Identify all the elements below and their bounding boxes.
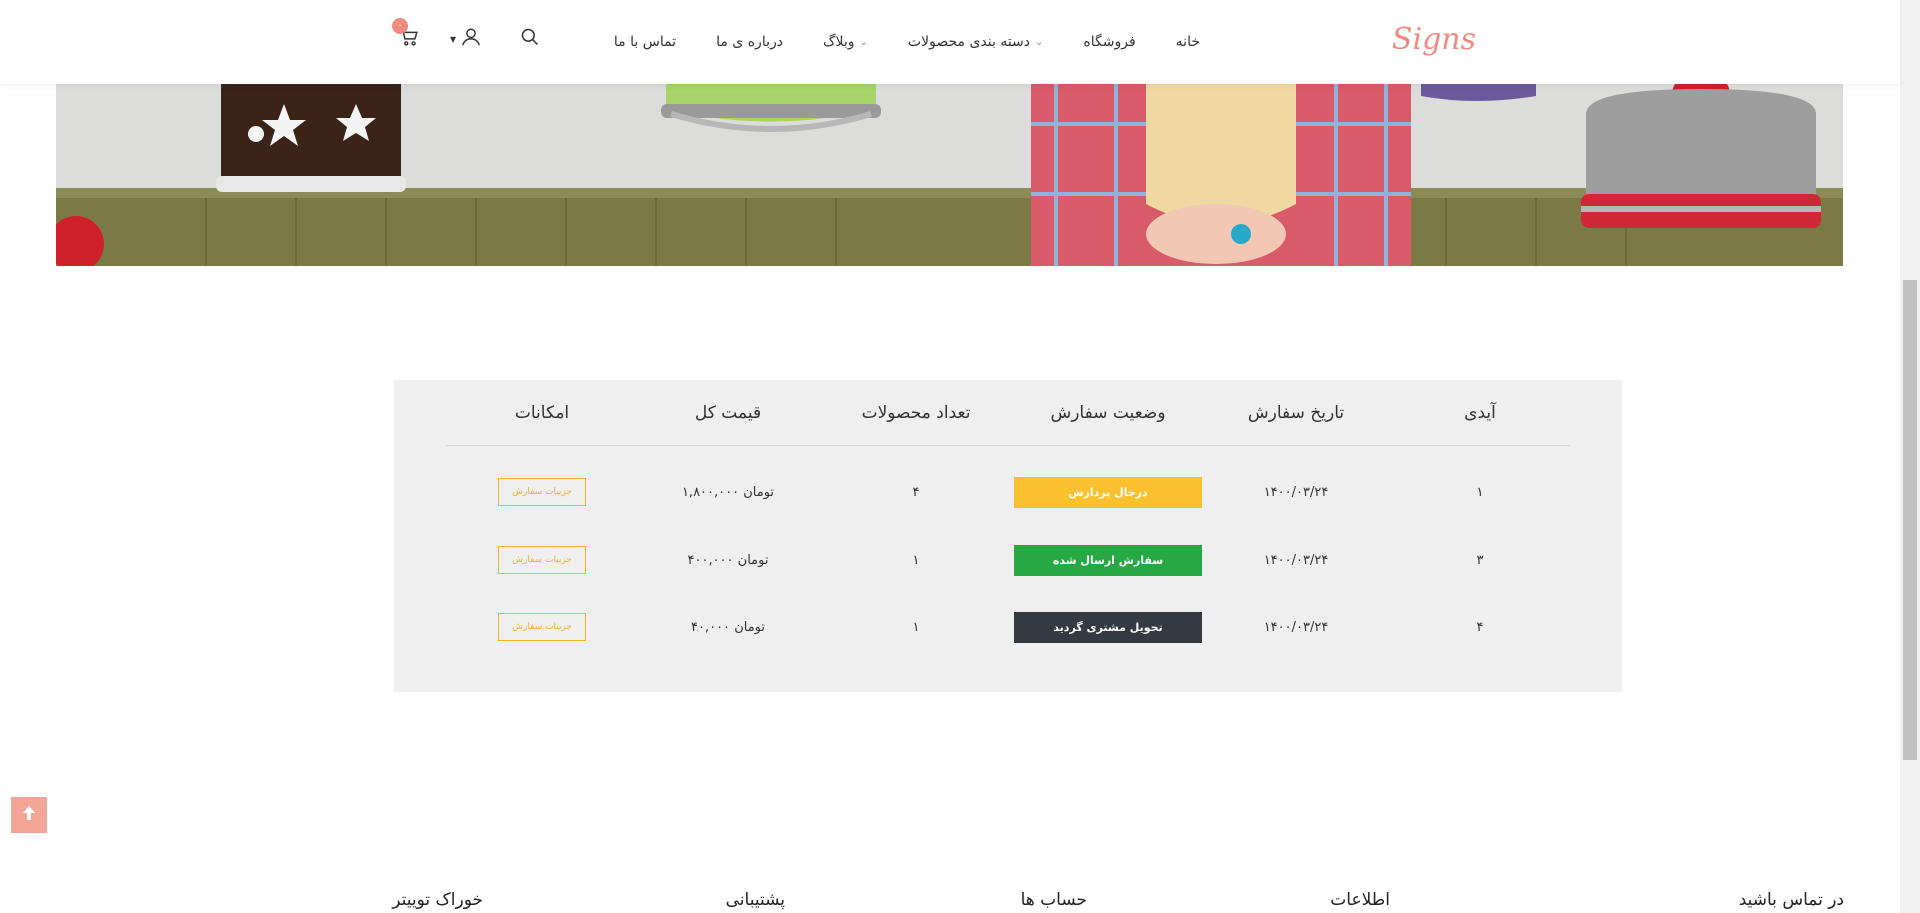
footer-heading-contact: در تماس باشید xyxy=(1738,890,1844,910)
column-header-price: قیمت کل xyxy=(694,402,762,423)
page-scrollbar[interactable] xyxy=(1900,0,1920,913)
status-badge: سفارش ارسال شده xyxy=(1014,544,1202,576)
nav-item-home[interactable]: خانه xyxy=(1176,34,1200,50)
actions-cell: جزییات سفارش xyxy=(446,478,638,506)
back-to-top-button[interactable] xyxy=(11,797,47,833)
footer-heading-info: اطلاعات xyxy=(1330,890,1390,910)
hero-banner-image xyxy=(56,84,1843,266)
order-date: ۱۴۰۰/۰۳/۲۴ xyxy=(1263,484,1329,500)
order-date: ۱۴۰۰/۰۳/۲۴ xyxy=(1263,552,1329,568)
column-header-id: آیدی xyxy=(1464,402,1496,423)
order-id: ۱ xyxy=(1476,484,1484,500)
footer-heading-twitter: خوراک توییتر xyxy=(392,890,483,910)
status-cell: سفارش ارسال شده xyxy=(1014,544,1202,576)
table-row: ۳ ۱۴۰۰/۰۳/۲۴ سفارش ارسال شده ۱ ۴۰۰,۰۰۰ ت… xyxy=(446,540,1570,580)
cart-button[interactable]: ۰ xyxy=(392,18,420,52)
account-button[interactable]: ▾ xyxy=(450,26,482,52)
status-badge: تحویل مشتری گردید xyxy=(1014,611,1202,643)
column-header-actions: امکانات xyxy=(514,402,570,423)
nav-item-categories[interactable]: دسته بندی محصولات ⌄ xyxy=(908,34,1044,50)
main-nav: خانه فروشگاه دسته بندی محصولات ⌄ وبلاگ ⌄… xyxy=(614,0,1200,84)
footer-heading-accounts: حساب ها xyxy=(1020,890,1087,910)
nav-item-label: درباره ی ما xyxy=(716,34,783,50)
search-button[interactable] xyxy=(520,27,540,51)
orders-table: آیدی تاریخ سفارش وضعیت سفارش تعداد محصول… xyxy=(394,380,1622,692)
search-icon xyxy=(520,27,540,51)
nav-item-label: فروشگاه xyxy=(1083,34,1136,50)
order-count: ۴ xyxy=(912,484,920,500)
order-details-button[interactable]: جزییات سفارش xyxy=(498,546,586,574)
nav-item-blog[interactable]: وبلاگ ⌄ xyxy=(823,34,868,50)
order-price: ۴۰,۰۰۰ تومان xyxy=(691,619,765,635)
nav-item-label: وبلاگ xyxy=(822,34,855,50)
status-cell: درحال پردازش xyxy=(1014,476,1202,508)
nav-item-label: دسته بندی محصولات xyxy=(907,34,1031,50)
table-header: آیدی تاریخ سفارش وضعیت سفارش تعداد محصول… xyxy=(446,380,1570,446)
nav-item-about[interactable]: درباره ی ما xyxy=(716,34,783,50)
order-count: ۱ xyxy=(912,552,920,568)
chevron-down-icon: ⌄ xyxy=(1035,36,1044,48)
caret-down-icon: ▾ xyxy=(450,32,457,46)
order-price: ۱,۸۰۰,۰۰۰ تومان xyxy=(681,484,775,500)
table-row: ۱ ۱۴۰۰/۰۳/۲۴ درحال پردازش ۴ ۱,۸۰۰,۰۰۰ تو… xyxy=(446,472,1570,512)
column-header-status: وضعیت سفارش xyxy=(1050,402,1166,423)
page: Signs خانه فروشگاه دسته بندی محصولات ⌄ و… xyxy=(0,0,1920,913)
nav-item-label: خانه xyxy=(1175,34,1200,50)
site-logo[interactable]: Signs xyxy=(1392,22,1476,57)
table-row: ۴ ۱۴۰۰/۰۳/۲۴ تحویل مشتری گردید ۱ ۴۰,۰۰۰ … xyxy=(446,607,1570,647)
arrow-up-icon xyxy=(22,805,36,825)
chevron-down-icon: ⌄ xyxy=(859,36,868,48)
header-icons: ۰ ▾ xyxy=(392,18,540,52)
order-details-button[interactable]: جزییات سفارش xyxy=(498,478,586,506)
column-header-date: تاریخ سفارش xyxy=(1247,402,1345,423)
actions-cell: جزییات سفارش xyxy=(446,546,638,574)
order-price: ۴۰۰,۰۰۰ تومان xyxy=(687,552,769,568)
order-details-button[interactable]: جزییات سفارش xyxy=(498,613,586,641)
scrollbar-thumb[interactable] xyxy=(1903,280,1917,760)
nav-item-label: تماس با ما xyxy=(613,34,677,50)
order-date: ۱۴۰۰/۰۳/۲۴ xyxy=(1263,619,1329,635)
status-cell: تحویل مشتری گردید xyxy=(1014,611,1202,643)
order-id: ۴ xyxy=(1476,619,1484,635)
cart-count-badge: ۰ xyxy=(392,18,408,34)
status-badge: درحال پردازش xyxy=(1014,476,1202,508)
nav-item-shop[interactable]: فروشگاه xyxy=(1083,34,1135,50)
actions-cell: جزییات سفارش xyxy=(446,613,638,641)
footer-heading-support: پشتیبانی xyxy=(725,890,785,910)
site-header: Signs خانه فروشگاه دسته بندی محصولات ⌄ و… xyxy=(0,0,1900,84)
order-id: ۳ xyxy=(1476,552,1484,568)
column-header-count: تعداد محصولات xyxy=(861,402,971,423)
nav-item-contact[interactable]: تماس با ما xyxy=(614,34,676,50)
order-count: ۱ xyxy=(912,619,920,635)
user-icon xyxy=(460,26,482,52)
